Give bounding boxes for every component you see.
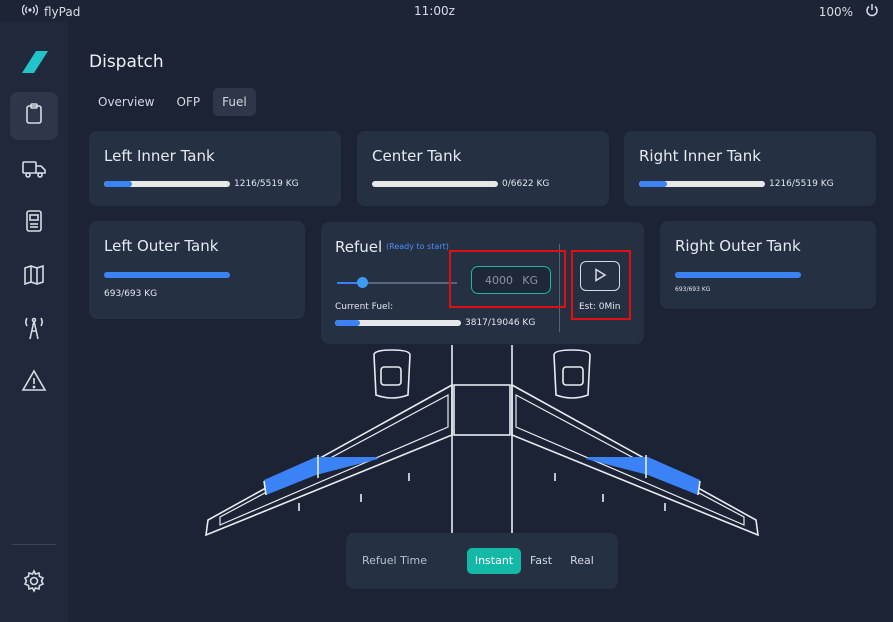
left-outer-tank-bar — [104, 272, 230, 278]
map-icon — [22, 263, 46, 291]
center-tank-bar — [372, 181, 498, 187]
refuel-target-value: 4000 — [485, 274, 513, 287]
clipboard-icon — [22, 102, 46, 130]
warning-icon — [21, 369, 47, 397]
truck-icon — [21, 156, 47, 184]
current-fuel-label: Current Fuel: — [335, 302, 394, 312]
sidebar-item-settings[interactable] — [10, 559, 58, 607]
refuel-target-input[interactable]: 4000 KG — [471, 266, 551, 294]
refuel-estimate: Est: 0Min — [579, 302, 621, 312]
tab-fuel[interactable]: Fuel — [213, 88, 256, 116]
refuel-time-card: Refuel Time Instant Fast Real — [346, 533, 618, 589]
right-outer-tank-fill — [675, 272, 801, 278]
wifi-icon — [21, 4, 39, 19]
page-title: Dispatch — [89, 52, 164, 72]
left-outer-tank-card: Left Outer Tank 693/693 KG — [89, 221, 305, 319]
left-inner-tank-card: Left Inner Tank 1216/5519 KG — [89, 131, 341, 206]
sidebar-item-ground[interactable] — [10, 146, 58, 194]
refuel-divider — [559, 244, 560, 332]
right-inner-tank-title: Right Inner Tank — [639, 147, 761, 165]
left-outer-tank-fill — [104, 272, 230, 278]
right-inner-tank-card: Right Inner Tank 1216/5519 KG — [624, 131, 876, 206]
logo-icon — [22, 51, 48, 77]
status-left: flyPad — [21, 4, 81, 19]
calculator-icon — [22, 209, 46, 237]
power-icon[interactable] — [865, 3, 879, 20]
refuel-target-unit: KG — [522, 274, 538, 287]
sidebar-item-navigation[interactable] — [10, 253, 58, 301]
refuel-title: Refuel — [335, 238, 383, 256]
left-inner-tank-fill — [104, 181, 132, 187]
tower-icon — [21, 315, 47, 345]
tab-bar: Overview OFP Fuel — [89, 88, 256, 116]
tab-ofp[interactable]: OFP — [168, 88, 210, 116]
refuel-status: (Ready to start) — [386, 242, 449, 251]
gear-icon — [22, 569, 46, 597]
right-inner-tank-bar — [639, 181, 765, 187]
app-name: flyPad — [44, 4, 81, 19]
center-tank-value: 0/6622 KG — [502, 179, 550, 189]
refuel-target-slider[interactable] — [337, 277, 457, 288]
right-inner-tank-fill — [639, 181, 667, 187]
status-bar: flyPad 11:00z 100% — [0, 0, 893, 22]
current-fuel-fill — [335, 320, 361, 326]
center-tank-card: Center Tank 0/6622 KG — [357, 131, 609, 206]
battery-level: 100% — [818, 4, 853, 19]
current-fuel-bar — [335, 320, 461, 326]
right-inner-tank-value: 1216/5519 KG — [769, 179, 834, 189]
right-outer-tank-value: 693/693 KG — [675, 286, 711, 293]
refuel-time-real[interactable]: Real — [563, 548, 601, 574]
right-outer-tank-title: Right Outer Tank — [675, 237, 801, 255]
status-right: 100% — [819, 3, 879, 20]
left-inner-wing-fill — [264, 457, 378, 495]
left-inner-tank-title: Left Inner Tank — [104, 147, 215, 165]
right-inner-wing-fill — [586, 457, 700, 495]
start-refuel-button[interactable] — [580, 261, 620, 291]
left-outer-tank-value: 693/693 KG — [104, 289, 158, 299]
sidebar-item-failures[interactable] — [10, 359, 58, 407]
current-fuel-value: 3817/19046 KG — [465, 318, 536, 328]
right-outer-tank-card: Right Outer Tank 693/693 KG — [660, 221, 876, 309]
right-outer-tank-bar — [675, 272, 801, 278]
refuel-time-instant[interactable]: Instant — [467, 548, 521, 574]
refuel-time-fast[interactable]: Fast — [524, 548, 558, 574]
sidebar-item-dispatch[interactable] — [10, 92, 58, 140]
play-icon — [593, 267, 607, 286]
refuel-time-label: Refuel Time — [362, 554, 428, 567]
sidebar-item-performance[interactable] — [10, 199, 58, 247]
left-inner-tank-value: 1216/5519 KG — [234, 179, 299, 189]
sidebar-item-atc[interactable] — [10, 306, 58, 354]
tab-overview[interactable]: Overview — [89, 88, 164, 116]
sidebar-divider — [12, 544, 56, 545]
sidebar — [0, 22, 68, 622]
aircraft-diagram — [196, 335, 766, 549]
center-tank-title: Center Tank — [372, 147, 462, 165]
left-inner-tank-bar — [104, 181, 230, 187]
clock: 11:00z — [414, 4, 455, 18]
left-outer-tank-title: Left Outer Tank — [104, 237, 219, 255]
